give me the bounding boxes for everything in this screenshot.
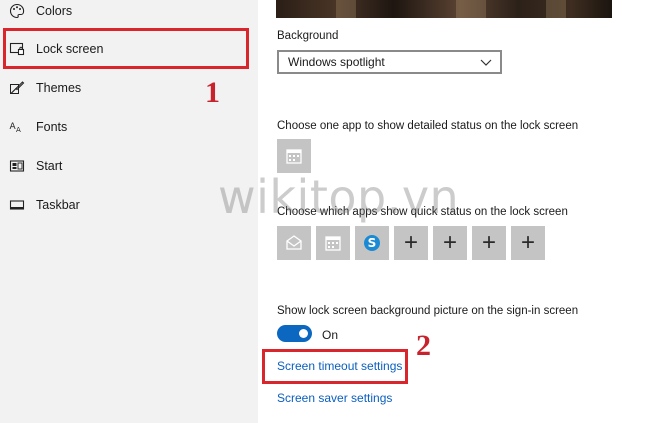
- sidebar-item-taskbar[interactable]: Taskbar: [0, 187, 250, 223]
- palette-icon: [9, 3, 25, 19]
- sidebar-item-fonts[interactable]: AA Fonts: [0, 109, 250, 145]
- start-icon: [9, 158, 25, 174]
- background-dropdown[interactable]: Windows spotlight: [277, 50, 502, 74]
- chevron-down-icon: [480, 59, 492, 66]
- annotation-step-2: 2: [416, 329, 431, 362]
- quick-status-app-calendar[interactable]: [316, 226, 350, 260]
- toggle-knob: [299, 329, 308, 338]
- sidebar-item-start[interactable]: Start: [0, 148, 250, 184]
- sidebar-item-label: Start: [36, 159, 63, 173]
- skype-icon: S: [364, 235, 380, 251]
- annotation-step-1: 1: [205, 76, 220, 109]
- quick-status-add-button[interactable]: +: [433, 226, 467, 260]
- plus-icon: +: [442, 229, 457, 256]
- quick-status-app-skype[interactable]: S: [355, 226, 389, 260]
- sidebar-item-label: Fonts: [36, 120, 68, 134]
- toggle-state-label: On: [322, 328, 339, 342]
- fonts-icon: AA: [9, 119, 25, 135]
- sidebar-item-colors[interactable]: Colors: [0, 0, 250, 29]
- themes-brush-icon: [9, 80, 25, 96]
- signin-background-toggle[interactable]: [277, 325, 312, 342]
- screen-saver-settings-link[interactable]: Screen saver settings: [277, 391, 392, 405]
- quick-status-add-button[interactable]: +: [472, 226, 506, 260]
- preview-highlight: [336, 0, 356, 18]
- calendar-icon: [286, 149, 302, 164]
- quick-status-add-button[interactable]: +: [394, 226, 428, 260]
- watermark-text: wikitop.vn: [218, 170, 460, 224]
- plus-icon: +: [481, 229, 496, 256]
- quick-status-add-button[interactable]: +: [511, 226, 545, 260]
- svg-text:S: S: [368, 236, 377, 250]
- sidebar-item-label: Colors: [36, 4, 73, 18]
- lock-screen-preview-image: [276, 0, 612, 18]
- plus-icon: +: [403, 229, 418, 256]
- sidebar-item-label: Taskbar: [36, 198, 80, 212]
- calendar-icon: [325, 236, 341, 251]
- taskbar-icon: [9, 197, 25, 213]
- preview-highlight: [546, 0, 566, 18]
- background-dropdown-value: Windows spotlight: [288, 55, 385, 69]
- sidebar-item-label: Themes: [36, 81, 82, 95]
- detailed-status-label: Choose one app to show detailed status o…: [277, 120, 579, 132]
- detailed-status-app-button[interactable]: [277, 139, 311, 173]
- background-label: Background: [277, 30, 339, 42]
- mail-icon: [286, 235, 302, 250]
- plus-icon: +: [520, 229, 535, 256]
- preview-highlight: [456, 0, 486, 18]
- screen-timeout-settings-link[interactable]: Screen timeout settings: [277, 359, 402, 373]
- svg-text:A: A: [16, 126, 21, 134]
- annotation-highlight-lock-screen: [3, 28, 249, 69]
- quick-status-app-mail[interactable]: [277, 226, 311, 260]
- signin-background-label: Show lock screen background picture on t…: [277, 305, 579, 317]
